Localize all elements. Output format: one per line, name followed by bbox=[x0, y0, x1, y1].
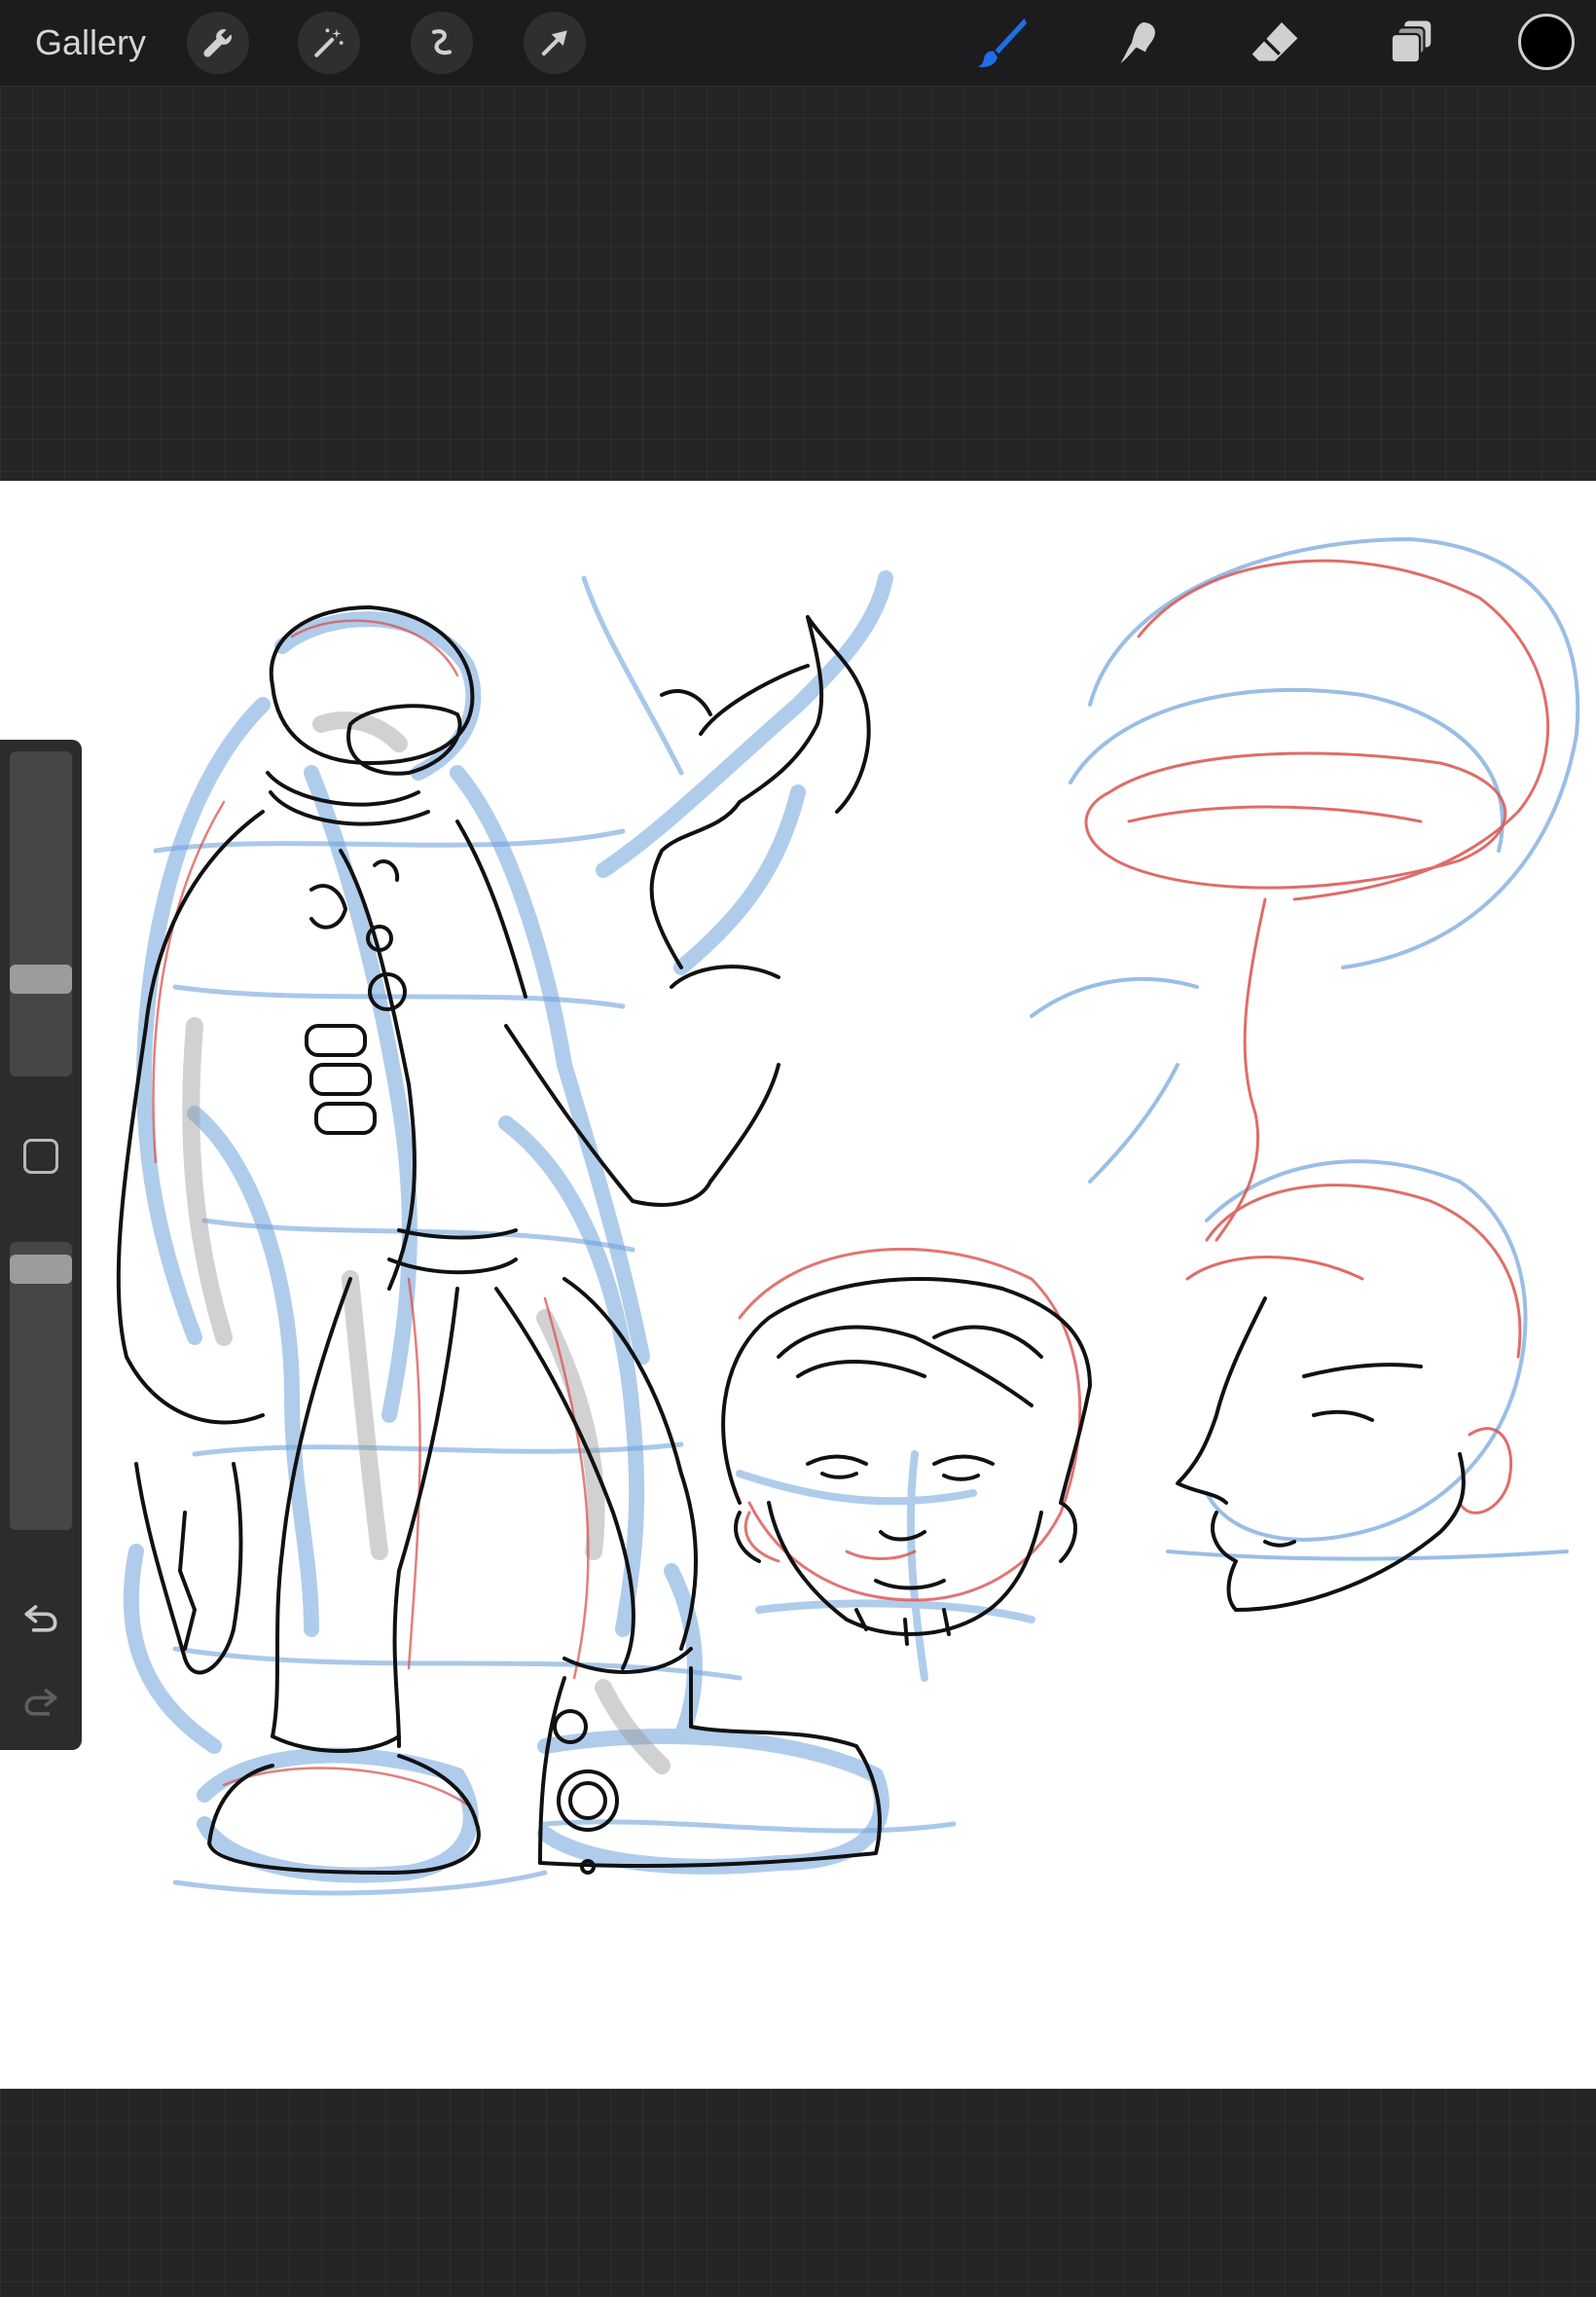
adjustments-button[interactable] bbox=[298, 12, 360, 74]
selection-button[interactable] bbox=[411, 12, 473, 74]
opacity-thumb[interactable] bbox=[10, 1255, 72, 1284]
eraser-icon bbox=[1251, 22, 1298, 61]
smudge-tool-button[interactable] bbox=[1107, 12, 1170, 74]
actions-button[interactable] bbox=[187, 12, 249, 74]
top-toolbar: Gallery bbox=[0, 0, 1596, 86]
workspace-background-top bbox=[0, 86, 1596, 481]
wrench-icon bbox=[203, 29, 232, 57]
smudge-icon bbox=[1120, 22, 1155, 63]
brush-tool-button[interactable] bbox=[971, 12, 1034, 74]
gallery-button[interactable]: Gallery bbox=[35, 21, 146, 64]
layers-button[interactable] bbox=[1380, 12, 1442, 74]
redo-icon[interactable] bbox=[19, 1680, 62, 1723]
brush-size-slider[interactable] bbox=[10, 751, 72, 1076]
layers-icon bbox=[1390, 20, 1432, 64]
brush-icon bbox=[978, 18, 1027, 68]
brush-size-thumb[interactable] bbox=[10, 965, 72, 994]
brush-sidebar bbox=[0, 740, 82, 1750]
drawing-canvas[interactable] bbox=[0, 481, 1596, 2089]
transform-button[interactable] bbox=[524, 12, 586, 74]
transform-arrow-icon bbox=[541, 30, 567, 56]
color-picker-button[interactable] bbox=[1518, 14, 1575, 70]
magic-wand-icon bbox=[314, 28, 344, 57]
modifier-square-icon[interactable] bbox=[23, 1139, 58, 1174]
eraser-tool-button[interactable] bbox=[1244, 12, 1306, 74]
opacity-slider[interactable] bbox=[10, 1242, 72, 1530]
workspace-background-bottom bbox=[0, 2089, 1596, 2297]
artwork-sketch bbox=[116, 537, 1580, 1896]
undo-icon[interactable] bbox=[19, 1596, 62, 1639]
selection-icon bbox=[432, 29, 452, 55]
